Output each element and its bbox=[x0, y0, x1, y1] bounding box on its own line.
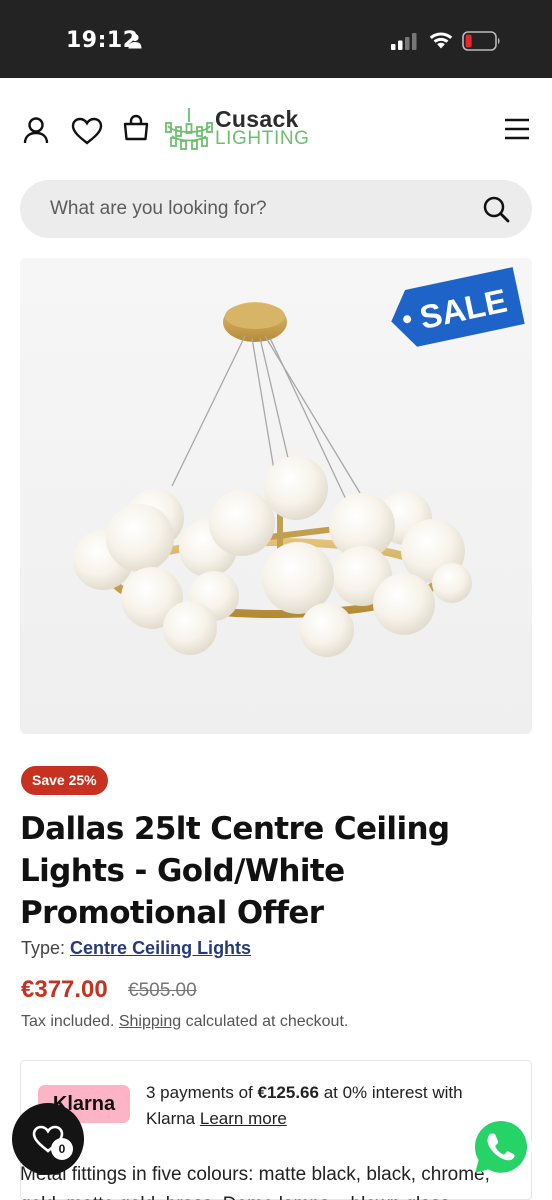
sale-tag-icon: SALE bbox=[391, 267, 525, 347]
cellular-signal-icon bbox=[391, 33, 417, 50]
klarna-message: 3 payments of €125.66 at 0% interest wit… bbox=[146, 1080, 516, 1132]
description-line: gold, matte gold, brass. Dome lamps – bl… bbox=[20, 1190, 532, 1200]
wishlist-icon[interactable] bbox=[71, 117, 103, 145]
sale-price: €377.00 bbox=[21, 976, 108, 1003]
product-description: Metal fittings in five colours: matte bl… bbox=[20, 1160, 532, 1200]
search-icon[interactable] bbox=[482, 195, 510, 223]
person-icon bbox=[128, 33, 142, 49]
tax-note-prefix: Tax included. bbox=[21, 1013, 115, 1030]
wifi-icon bbox=[429, 32, 453, 49]
search-input[interactable] bbox=[50, 180, 470, 238]
compare-at-price: €505.00 bbox=[128, 980, 197, 1001]
klarna-text-prefix: 3 payments of bbox=[146, 1083, 253, 1102]
status-bar: 19:12 bbox=[0, 0, 552, 78]
product-image[interactable]: SALE bbox=[20, 258, 532, 734]
discount-badge: Save 25% bbox=[21, 766, 108, 795]
product-title: Dallas 25lt Centre Ceiling Lights - Gold… bbox=[20, 811, 450, 931]
cart-icon[interactable] bbox=[122, 114, 150, 142]
tax-note-suffix: calculated at checkout. bbox=[185, 1013, 349, 1030]
wishlist-floating-button[interactable] bbox=[12, 1103, 84, 1175]
brand-subtitle[interactable]: LIGHTING bbox=[215, 128, 310, 150]
klarna-learn-more-link[interactable]: Learn more bbox=[200, 1109, 287, 1128]
description-line: Metal fittings in five colours: matte bl… bbox=[20, 1164, 490, 1185]
account-icon[interactable] bbox=[22, 116, 50, 144]
search-bar bbox=[20, 180, 532, 238]
shipping-link[interactable]: Shipping bbox=[119, 1013, 181, 1030]
product-type-link[interactable]: Centre Ceiling Lights bbox=[70, 938, 251, 958]
whatsapp-icon[interactable] bbox=[468, 1114, 534, 1180]
product-type: Type: Centre Ceiling Lights bbox=[21, 938, 251, 959]
tax-note: Tax included. Shipping calculated at che… bbox=[21, 1013, 348, 1031]
brand-logo-icon[interactable] bbox=[164, 106, 214, 150]
battery-icon bbox=[462, 31, 500, 51]
chandelier-illustration: SALE bbox=[73, 267, 525, 657]
klarna-amount: €125.66 bbox=[257, 1083, 319, 1102]
menu-icon[interactable] bbox=[504, 117, 530, 141]
wishlist-count-badge: 0 bbox=[51, 1138, 73, 1160]
product-type-label: Type: bbox=[21, 938, 66, 958]
